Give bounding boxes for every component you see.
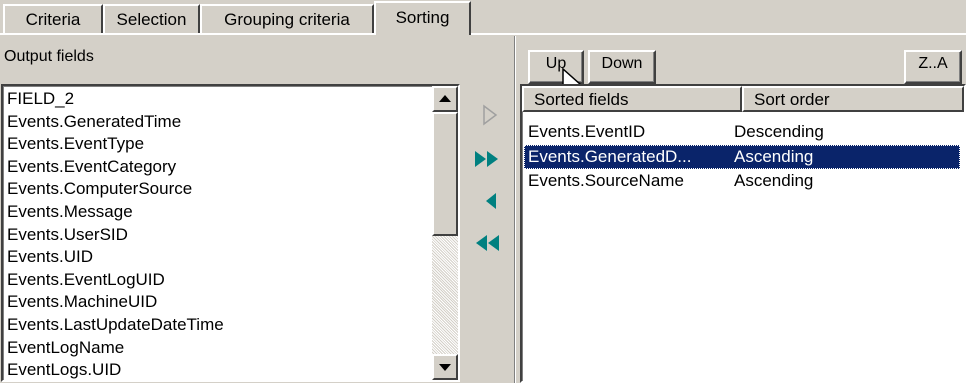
tab-selection[interactable]: Selection xyxy=(103,4,200,33)
sorted-field-cell: Events.GeneratedD... xyxy=(528,146,692,166)
double-triangle-right-icon xyxy=(475,151,498,167)
down-button-label: Down xyxy=(601,55,643,72)
table-row[interactable]: Events.GeneratedD... Ascending xyxy=(524,144,960,169)
tab-sorting[interactable]: Sorting xyxy=(374,1,471,35)
table-row[interactable]: Events.EventID Descending xyxy=(524,120,960,144)
column-header-sorted-fields-label: Sorted fields xyxy=(534,90,629,109)
list-item[interactable]: Events.EventCategory xyxy=(7,156,176,178)
tab-criteria-label: Criteria xyxy=(25,10,81,29)
sort-z-a-button[interactable]: Z..A xyxy=(904,50,962,84)
list-item[interactable]: Events.ComputerSource xyxy=(7,178,192,200)
output-fields-scrollbar[interactable] xyxy=(432,86,458,380)
column-header-sorted-fields[interactable]: Sorted fields xyxy=(522,86,742,112)
sorted-field-cell: Events.EventID xyxy=(528,122,646,141)
table-row[interactable]: Events.SourceName Ascending xyxy=(524,169,960,193)
list-item[interactable]: Events.GeneratedTime xyxy=(7,111,181,133)
triangle-left-icon xyxy=(486,193,496,209)
add-field-button[interactable] xyxy=(478,102,502,128)
list-item[interactable]: Events.EventType xyxy=(7,133,144,155)
remove-field-button[interactable] xyxy=(480,188,504,214)
column-header-sort-order[interactable]: Sort order xyxy=(742,86,964,112)
output-fields-list[interactable]: FIELD_2 Events.GeneratedTime Events.EventT… xyxy=(1,84,460,382)
double-triangle-left-icon xyxy=(476,235,499,251)
triangle-right-outline-icon xyxy=(483,104,498,126)
tab-grouping-criteria-label: Grouping criteria xyxy=(224,10,350,29)
add-all-fields-button[interactable] xyxy=(472,146,504,172)
list-item[interactable]: Events.UID xyxy=(7,246,93,268)
output-fields-label: Output fields xyxy=(4,48,94,65)
scroll-up-button[interactable] xyxy=(432,86,458,112)
list-item[interactable]: Events.LastUpdateDateTime xyxy=(7,314,224,336)
tab-sorting-label: Sorting xyxy=(395,8,450,27)
list-item[interactable]: EventLogName xyxy=(7,337,124,359)
list-item[interactable]: Events.EventLogUID xyxy=(7,269,165,291)
sort-z-a-button-label: Z..A xyxy=(918,55,948,72)
sorted-field-cell: Events.SourceName xyxy=(528,171,684,190)
tab-criteria[interactable]: Criteria xyxy=(3,4,103,33)
scroll-thumb[interactable] xyxy=(432,112,458,236)
scroll-down-button[interactable] xyxy=(432,354,458,380)
sort-order-cell: Ascending xyxy=(734,146,814,166)
tab-grouping-criteria[interactable]: Grouping criteria xyxy=(200,4,374,33)
arrow-up-icon xyxy=(439,95,451,102)
sorted-fields-list[interactable]: Sorted fields Sort order Events.EventID D… xyxy=(520,84,966,383)
panel-separator xyxy=(514,36,516,383)
down-button[interactable]: Down xyxy=(588,50,656,84)
tab-divider xyxy=(0,33,966,35)
sort-order-cell: Ascending xyxy=(734,171,814,190)
list-item[interactable]: Events.UserSID xyxy=(7,224,128,246)
sort-order-cell: Descending xyxy=(734,122,824,141)
list-item[interactable]: FIELD_2 xyxy=(7,88,74,110)
arrow-down-icon xyxy=(439,364,451,371)
remove-all-fields-button[interactable] xyxy=(472,230,504,256)
list-item[interactable]: EventLogs.UID xyxy=(7,359,121,380)
tab-selection-label: Selection xyxy=(116,10,187,29)
list-item[interactable]: Events.Message xyxy=(7,201,133,223)
list-item[interactable]: Events.MachineUID xyxy=(7,291,157,313)
column-header-sort-order-label: Sort order xyxy=(754,90,830,109)
